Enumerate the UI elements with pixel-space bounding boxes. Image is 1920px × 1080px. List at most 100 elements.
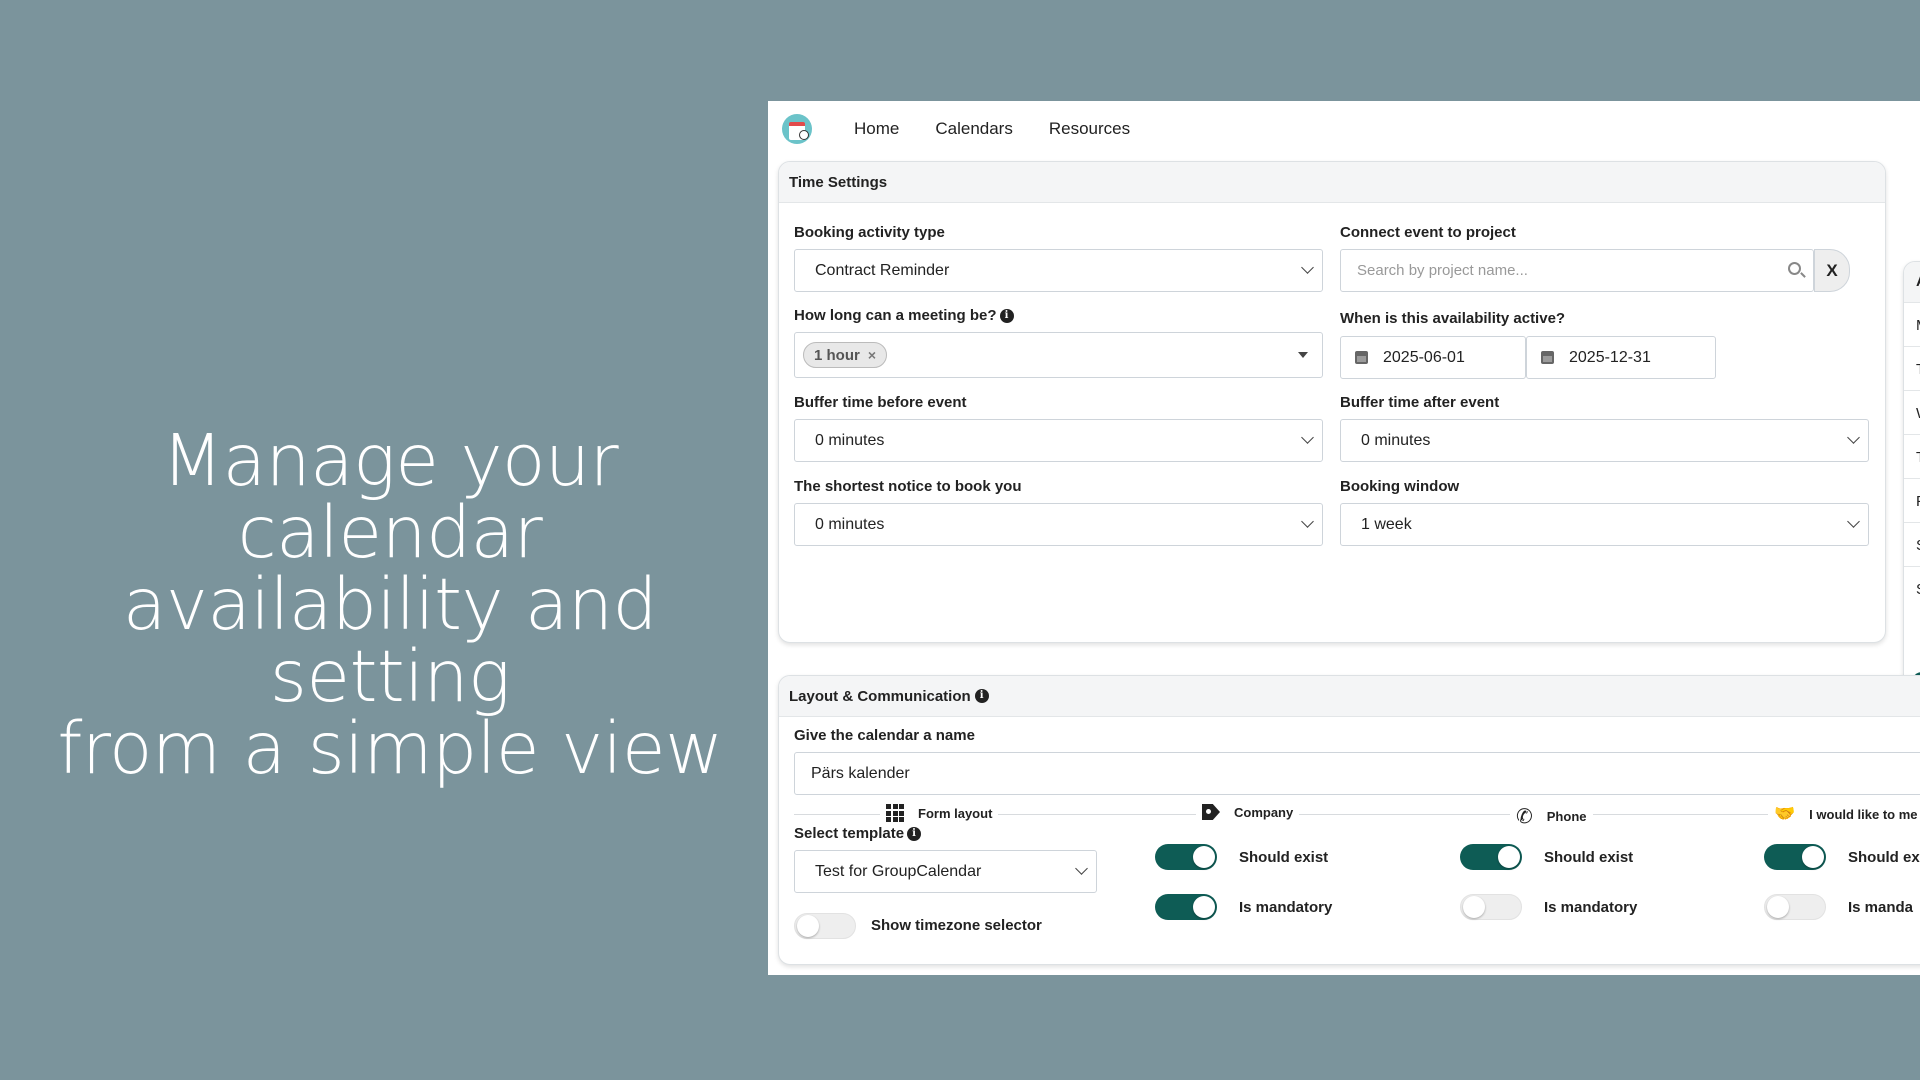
booking-window-select[interactable]: 1 week: [1340, 503, 1869, 546]
day-row-5[interactable]: F: [1916, 493, 1920, 510]
chip-remove-icon[interactable]: ×: [868, 347, 876, 363]
booking-window-label: Booking window: [1340, 478, 1460, 495]
layout-communication-card: Layout & Communication i Give the calend…: [778, 675, 1920, 965]
calendar-icon: [1355, 351, 1368, 364]
phone-heading: ✆ Phone: [1510, 804, 1593, 829]
booking-activity-type-label: Booking activity type: [794, 224, 945, 241]
booking-window-value: 1 week: [1361, 515, 1412, 533]
clear-project-button[interactable]: X: [1814, 249, 1850, 292]
select-template-label-text: Select template: [794, 825, 905, 842]
buffer-before-label: Buffer time before event: [794, 394, 967, 411]
project-search-input[interactable]: Search by project name...: [1340, 249, 1814, 292]
top-navigation: Home Calendars Resources: [768, 101, 1920, 156]
shortest-notice-label: The shortest notice to book you: [794, 478, 1022, 495]
chevron-down-icon: [1301, 515, 1314, 528]
shortest-notice-select[interactable]: 0 minutes: [794, 503, 1323, 546]
meet-mandatory-toggle[interactable]: [1764, 894, 1826, 920]
select-template-label: Select template i: [794, 825, 922, 842]
day-row-7[interactable]: S: [1916, 581, 1920, 598]
form-layout-label: Form layout: [918, 805, 993, 821]
phone-should-exist-toggle[interactable]: [1460, 844, 1522, 870]
hero-headline: Manage your calendar availability and se…: [35, 425, 745, 785]
row-divider: [1904, 566, 1920, 567]
buffer-after-label: Buffer time after event: [1340, 394, 1500, 411]
meet-should-exist-toggle[interactable]: [1764, 844, 1826, 870]
time-settings-title: Time Settings: [779, 162, 1885, 203]
show-timezone-label: Show timezone selector: [871, 917, 1042, 934]
availability-end-value: 2025-12-31: [1569, 348, 1651, 366]
meet-heading: 🤝 I would like to me: [1768, 804, 1920, 824]
company-should-exist-toggle[interactable]: [1155, 844, 1217, 870]
meet-should-exist-label: Should ex: [1848, 849, 1920, 866]
calendar-name-label: Give the calendar a name: [794, 727, 975, 744]
meeting-length-chip-label: 1 hour: [814, 346, 860, 364]
phone-should-exist-label: Should exist: [1544, 849, 1634, 866]
calendar-name-value: Pärs kalender: [811, 764, 910, 782]
booking-activity-type-value: Contract Reminder: [815, 261, 950, 279]
chevron-down-icon: [1301, 261, 1314, 274]
row-divider: [1904, 346, 1920, 347]
tag-icon: [1202, 804, 1220, 820]
meeting-length-label-text: How long can a meeting be?: [794, 307, 997, 324]
handshake-icon: 🤝: [1774, 804, 1796, 823]
hero-line-1: Manage your calendar: [161, 419, 619, 574]
chevron-down-icon: [1075, 862, 1088, 875]
shortest-notice-value: 0 minutes: [815, 515, 885, 533]
buffer-before-select[interactable]: 0 minutes: [794, 419, 1323, 462]
day-row-4[interactable]: T: [1916, 449, 1920, 466]
app-window: Home Calendars Resources Time Settings B…: [768, 101, 1920, 975]
meet-label: I would like to me: [1809, 806, 1918, 822]
calendar-icon: [1541, 351, 1554, 364]
availability-start-date[interactable]: 2025-06-01: [1340, 336, 1526, 379]
availability-active-label: When is this availability active?: [1340, 310, 1566, 327]
phone-label: Phone: [1546, 809, 1587, 824]
availability-start-value: 2025-06-01: [1383, 348, 1465, 366]
info-icon[interactable]: i: [907, 826, 922, 841]
meeting-length-chip: 1 hour ×: [803, 342, 888, 368]
hero-line-3: from a simple view: [57, 707, 723, 790]
meeting-length-multiselect[interactable]: 1 hour ×: [794, 332, 1323, 378]
grid-icon: [886, 804, 904, 822]
chevron-down-icon: [1847, 431, 1860, 444]
nav-calendars[interactable]: Calendars: [935, 119, 1013, 139]
day-row-3[interactable]: W: [1916, 405, 1920, 422]
company-mandatory-toggle[interactable]: [1155, 894, 1217, 920]
day-row-2[interactable]: T: [1916, 361, 1920, 378]
nav-home[interactable]: Home: [854, 119, 899, 139]
show-timezone-toggle[interactable]: [794, 913, 856, 939]
availability-end-date[interactable]: 2025-12-31: [1526, 336, 1716, 379]
search-icon: [1788, 262, 1801, 275]
caret-down-icon: [1298, 352, 1308, 358]
info-icon[interactable]: i: [999, 308, 1014, 323]
row-divider: [1904, 522, 1920, 523]
select-template-value: Test for GroupCalendar: [815, 862, 982, 880]
phone-mandatory-label: Is mandatory: [1544, 899, 1638, 916]
connect-project-label: Connect event to project: [1340, 224, 1516, 241]
nav-resources[interactable]: Resources: [1049, 119, 1130, 139]
select-template-select[interactable]: Test for GroupCalendar: [794, 850, 1097, 893]
form-layout-heading: Form layout: [880, 804, 999, 822]
phone-mandatory-toggle[interactable]: [1460, 894, 1522, 920]
row-divider: [1904, 434, 1920, 435]
project-search-placeholder: Search by project name...: [1357, 262, 1528, 279]
company-should-exist-label: Should exist: [1239, 849, 1329, 866]
availability-days-title: A: [1916, 273, 1920, 290]
row-divider: [1904, 478, 1920, 479]
booking-activity-type-select[interactable]: Contract Reminder: [794, 249, 1323, 292]
buffer-before-value: 0 minutes: [815, 431, 885, 449]
calendar-logo-icon[interactable]: [782, 113, 812, 144]
company-label: Company: [1234, 804, 1294, 820]
company-mandatory-label: Is mandatory: [1239, 899, 1333, 916]
row-divider: [1904, 390, 1920, 391]
info-icon[interactable]: i: [974, 689, 989, 703]
meeting-length-label: How long can a meeting be? i: [794, 307, 1014, 324]
time-settings-card: Time Settings Booking activity type Cont…: [778, 161, 1886, 643]
buffer-after-select[interactable]: 0 minutes: [1340, 419, 1869, 462]
layout-communication-title: Layout & Communication: [789, 687, 971, 705]
layout-communication-header: Layout & Communication i: [779, 676, 1920, 717]
calendar-name-input[interactable]: Pärs kalender: [794, 752, 1920, 795]
day-row-6[interactable]: S: [1916, 537, 1920, 554]
chevron-down-icon: [1847, 515, 1860, 528]
day-row-1[interactable]: M: [1916, 317, 1920, 334]
buffer-after-value: 0 minutes: [1361, 431, 1431, 449]
